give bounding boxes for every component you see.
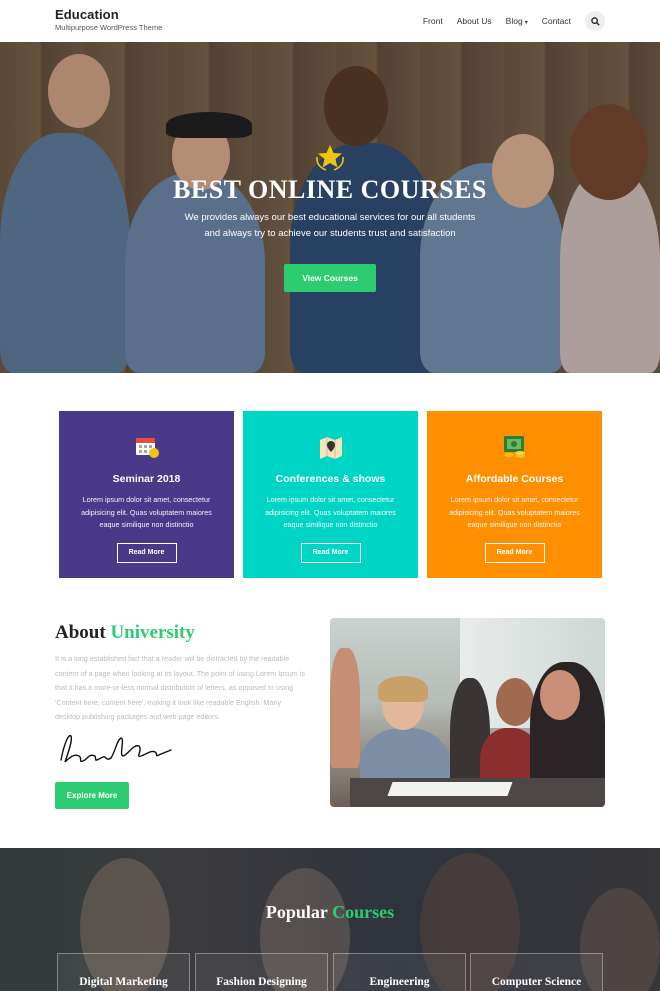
feature-title: Affordable Courses bbox=[465, 473, 564, 485]
course-card-engineering[interactable]: Engineering bbox=[333, 953, 466, 991]
brand-tagline: Multipurpose WordPress Theme bbox=[55, 23, 163, 32]
photo-hair-2 bbox=[378, 676, 428, 702]
brand-name: Education bbox=[55, 7, 119, 22]
chevron-down-icon: ▾ bbox=[524, 20, 528, 26]
map-icon bbox=[319, 437, 342, 459]
nav-item-front[interactable]: Front bbox=[423, 16, 443, 26]
nav-item-about-us[interactable]: About Us bbox=[457, 16, 492, 26]
search-button[interactable] bbox=[585, 11, 605, 31]
popular-title-accent: Courses bbox=[332, 902, 395, 922]
course-card-fashion-designing[interactable]: Fashion Designing bbox=[195, 953, 328, 991]
money-icon bbox=[503, 436, 525, 458]
students-photo bbox=[330, 618, 605, 807]
about-title-plain: About bbox=[55, 622, 111, 643]
hero-content: BEST ONLINE COURSES We provides always o… bbox=[0, 144, 660, 292]
calendar-icon bbox=[135, 438, 159, 458]
course-card-computer-science[interactable]: Computer Science bbox=[470, 953, 603, 991]
about-text: It is a long established fact that a rea… bbox=[55, 654, 305, 722]
feature-title: Conferences & shows bbox=[275, 473, 386, 485]
hero-subtitle: We provides always our best educational … bbox=[0, 210, 660, 242]
explore-more-button[interactable]: Explore More bbox=[55, 782, 129, 809]
photo-student-1 bbox=[330, 648, 360, 768]
feature-text: Lorem ipsum dolor sit amet, consectetur … bbox=[265, 495, 396, 529]
popular-title-plain: Popular bbox=[265, 902, 333, 922]
main-nav: Front About Us Blog ▾ Contact bbox=[423, 0, 660, 42]
feature-box-seminar: Seminar 2018 Lorem ipsum dolor sit amet,… bbox=[59, 411, 234, 578]
photo-papers bbox=[387, 782, 513, 796]
search-icon bbox=[590, 16, 600, 26]
site-header: Education Multipurpose WordPress Theme F… bbox=[0, 0, 660, 42]
hero-subtitle-line-1: We provides always our best educational … bbox=[184, 212, 476, 223]
course-name: Engineering bbox=[369, 976, 430, 988]
nav-item-blog[interactable]: Blog ▾ bbox=[506, 16, 528, 26]
course-card-digital-marketing[interactable]: Digital Marketing bbox=[57, 953, 190, 991]
feature-box-affordable: Affordable Courses Lorem ipsum dolor sit… bbox=[427, 411, 602, 578]
about-title-accent: University bbox=[110, 622, 195, 643]
site-logo[interactable]: Education Multipurpose WordPress Theme bbox=[55, 7, 162, 32]
view-courses-button[interactable]: View Courses bbox=[284, 264, 376, 292]
hero-banner: BEST ONLINE COURSES We provides always o… bbox=[0, 42, 660, 373]
hero-subtitle-line-2: and always try to achieve our students t… bbox=[204, 228, 456, 239]
nav-item-blog-label: Blog bbox=[505, 16, 523, 26]
signature-image bbox=[60, 734, 172, 763]
course-name: Fashion Designing bbox=[216, 976, 307, 988]
hero-title: BEST ONLINE COURSES bbox=[173, 175, 487, 204]
course-name: Digital Marketing bbox=[79, 976, 168, 988]
feature-text: Lorem ipsum dolor sit amet, consectetur … bbox=[81, 495, 212, 529]
photo-head-4 bbox=[496, 678, 534, 726]
read-more-button[interactable]: Read More bbox=[300, 542, 361, 563]
course-name: Computer Science bbox=[491, 976, 582, 988]
read-more-button[interactable]: Read More bbox=[116, 542, 177, 563]
nav-item-contact[interactable]: Contact bbox=[542, 16, 571, 26]
photo-head-5 bbox=[540, 670, 580, 720]
popular-title: Popular Courses bbox=[0, 902, 660, 923]
feature-box-conferences: Conferences & shows Lorem ipsum dolor si… bbox=[243, 411, 418, 578]
about-title: About University bbox=[55, 622, 195, 644]
star-laurel-icon bbox=[316, 145, 344, 171]
read-more-button[interactable]: Read More bbox=[484, 542, 545, 563]
popular-courses-section: Popular Courses Digital Marketing Fashio… bbox=[0, 848, 660, 991]
feature-text: Lorem ipsum dolor sit amet, consectetur … bbox=[449, 495, 580, 529]
feature-title: Seminar 2018 bbox=[112, 473, 181, 485]
